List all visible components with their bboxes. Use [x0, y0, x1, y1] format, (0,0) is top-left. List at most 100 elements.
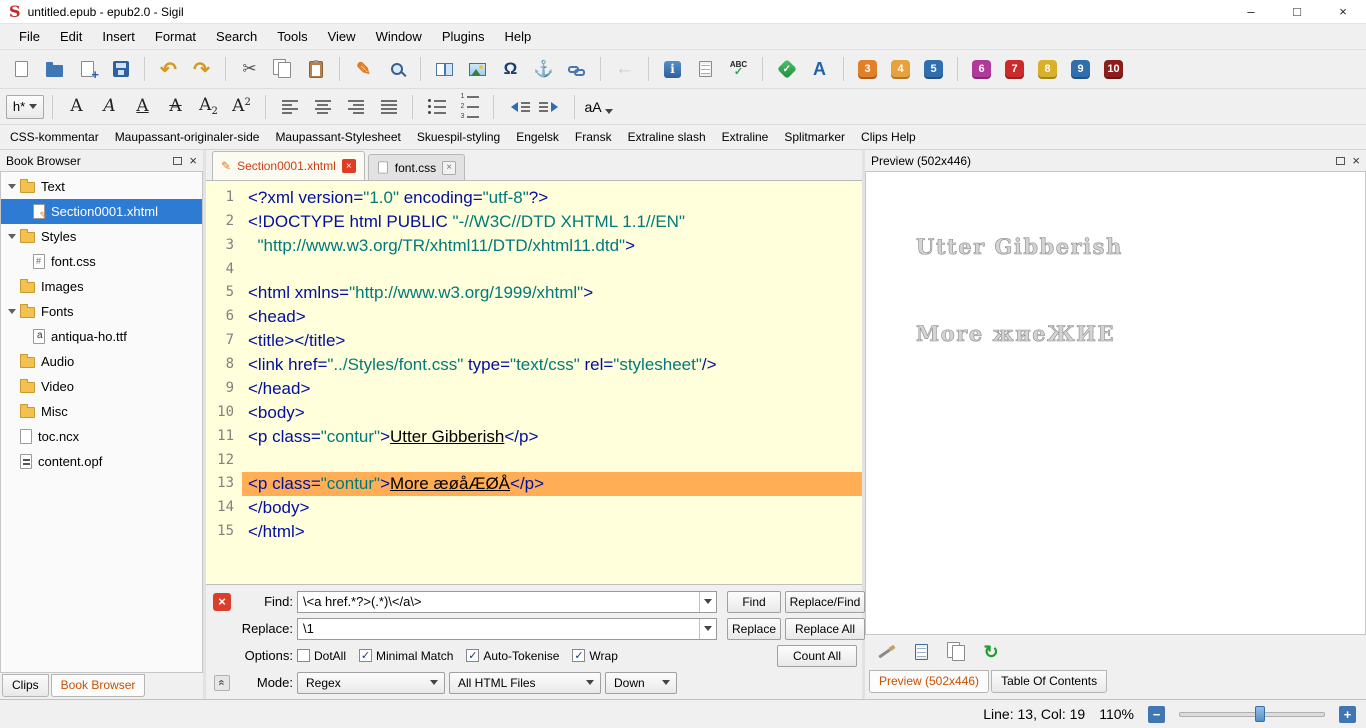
- replace-input[interactable]: [298, 621, 699, 636]
- code-line-11[interactable]: 11<p class="contur">Utter Gibberish</p>: [206, 425, 862, 449]
- align-right-icon[interactable]: [340, 92, 371, 122]
- find-combo-arrow[interactable]: [699, 592, 716, 612]
- tree-item-section0001-xhtml[interactable]: Section0001.xhtml: [1, 199, 202, 224]
- menu-plugins[interactable]: Plugins: [432, 25, 495, 48]
- option-minimal-match[interactable]: ✓Minimal Match: [359, 649, 453, 663]
- align-justify-icon[interactable]: [373, 92, 404, 122]
- option-auto-tokenise[interactable]: ✓Auto-Tokenise: [466, 649, 559, 663]
- font-icon[interactable]: A: [804, 54, 835, 84]
- plugin-icon-10[interactable]: 10: [1098, 54, 1129, 84]
- find-button[interactable]: Find: [727, 591, 781, 613]
- spellcheck-icon[interactable]: ABC✓: [723, 54, 754, 84]
- inspect-icon[interactable]: [875, 641, 897, 663]
- code-line-6[interactable]: 6<head>: [206, 305, 862, 329]
- heading-select[interactable]: h*: [6, 95, 44, 119]
- menu-search[interactable]: Search: [206, 25, 267, 48]
- tree-expand-icon[interactable]: [5, 234, 18, 239]
- align-center-icon[interactable]: [307, 92, 338, 122]
- change-case-icon[interactable]: aA: [583, 92, 614, 122]
- code-line-3[interactable]: 3 "http://www.w3.org/TR/xhtml11/DTD/xhtm…: [206, 234, 862, 258]
- code-line-10[interactable]: 10<body>: [206, 401, 862, 425]
- code-line-9[interactable]: 9</head>: [206, 377, 862, 401]
- tree-item-font-css[interactable]: font.css: [1, 249, 202, 274]
- preview-close-icon[interactable]: ×: [1352, 154, 1360, 167]
- tab-book-browser[interactable]: Book Browser: [51, 674, 146, 697]
- menu-format[interactable]: Format: [145, 25, 206, 48]
- clip-engelsk[interactable]: Engelsk: [516, 130, 559, 144]
- insert-link-icon[interactable]: [561, 54, 592, 84]
- menu-tools[interactable]: Tools: [267, 25, 317, 48]
- tree-item-audio[interactable]: Audio: [1, 349, 202, 374]
- plugin-icon-6[interactable]: 6: [966, 54, 997, 84]
- split-view-icon[interactable]: [429, 54, 460, 84]
- find-input[interactable]: [298, 594, 699, 609]
- refresh-icon[interactable]: ↻: [980, 641, 1002, 663]
- code-line-5[interactable]: 5<html xmlns="http://www.w3.org/1999/xht…: [206, 281, 862, 305]
- insert-image-icon[interactable]: [462, 54, 493, 84]
- copy-icon[interactable]: [267, 54, 298, 84]
- clip-maupassant-stylesheet[interactable]: Maupassant-Stylesheet: [275, 130, 400, 144]
- clip-maupassant-originaler-side[interactable]: Maupassant-originaler-side: [115, 130, 260, 144]
- preview-undock-icon[interactable]: [1336, 157, 1345, 165]
- cut-icon[interactable]: ✂: [234, 54, 265, 84]
- tree-item-toc-ncx[interactable]: toc.ncx: [1, 424, 202, 449]
- menu-insert[interactable]: Insert: [92, 25, 145, 48]
- close-tab-icon[interactable]: ×: [442, 161, 456, 175]
- code-line-4[interactable]: 4: [206, 258, 862, 281]
- close-button[interactable]: ×: [1320, 0, 1366, 23]
- tree-item-fonts[interactable]: Fonts: [1, 299, 202, 324]
- undo-icon[interactable]: ↶: [153, 54, 184, 84]
- underline-icon[interactable]: A: [127, 92, 158, 122]
- menu-file[interactable]: File: [9, 25, 50, 48]
- tree-item-text[interactable]: Text: [1, 174, 202, 199]
- code-line-13[interactable]: 13<p class="contur">More æøåÆØÅ</p>: [206, 472, 862, 496]
- mode-select[interactable]: Regex: [297, 672, 445, 694]
- plugin-icon-8[interactable]: 8: [1032, 54, 1063, 84]
- minimize-button[interactable]: –: [1228, 0, 1274, 23]
- files-select[interactable]: All HTML Files: [449, 672, 601, 694]
- add-existing-file-icon[interactable]: +: [72, 54, 103, 84]
- collapse-find-icon[interactable]: »: [214, 675, 230, 691]
- strikethrough-icon[interactable]: A: [160, 92, 191, 122]
- option-wrap[interactable]: ✓Wrap: [572, 649, 617, 663]
- subscript-icon[interactable]: A: [193, 92, 224, 122]
- outdent-icon[interactable]: [502, 92, 533, 122]
- menu-edit[interactable]: Edit: [50, 25, 92, 48]
- tree-item-images[interactable]: Images: [1, 274, 202, 299]
- menu-window[interactable]: Window: [366, 25, 432, 48]
- clip-extraline-slash[interactable]: Extraline slash: [628, 130, 706, 144]
- special-character-icon[interactable]: Ω: [495, 54, 526, 84]
- tab-clips[interactable]: Clips: [2, 674, 49, 697]
- align-left-icon[interactable]: [274, 92, 305, 122]
- maximize-button[interactable]: □: [1274, 0, 1320, 23]
- clip-splitmarker[interactable]: Splitmarker: [784, 130, 845, 144]
- report-icon[interactable]: [690, 54, 721, 84]
- find-icon[interactable]: [381, 54, 412, 84]
- tree-expand-icon[interactable]: [5, 184, 18, 189]
- undock-icon[interactable]: [173, 157, 182, 165]
- tree-item-misc[interactable]: Misc: [1, 399, 202, 424]
- anchor-icon[interactable]: ⚓: [528, 54, 559, 84]
- close-find-icon[interactable]: ×: [213, 593, 231, 611]
- dock-close-icon[interactable]: ×: [189, 154, 197, 167]
- code-line-2[interactable]: 2<!DOCTYPE html PUBLIC "-//W3C//DTD XHTM…: [206, 210, 862, 234]
- bullet-list-icon[interactable]: [421, 92, 452, 122]
- tab-preview-502x446[interactable]: Preview (502x446): [869, 670, 989, 693]
- tree-item-content-opf[interactable]: content.opf: [1, 449, 202, 474]
- code-line-8[interactable]: 8<link href="../Styles/font.css" type="t…: [206, 353, 862, 377]
- zoom-out-button[interactable]: −: [1148, 706, 1165, 723]
- direction-select[interactable]: Down: [605, 672, 677, 694]
- replace-find-button[interactable]: Replace/Find: [785, 591, 865, 613]
- tree-item-video[interactable]: Video: [1, 374, 202, 399]
- option-dotall[interactable]: DotAll: [297, 649, 346, 663]
- editor-tab-section0001-xhtml[interactable]: ✎Section0001.xhtml×: [212, 151, 365, 180]
- wellformed-check-icon[interactable]: ✓: [771, 54, 802, 84]
- replace-combo-arrow[interactable]: [699, 619, 716, 639]
- plugin-icon-3[interactable]: 3: [852, 54, 883, 84]
- zoom-slider[interactable]: [1179, 705, 1325, 723]
- edit-icon[interactable]: ✎: [348, 54, 379, 84]
- plugin-icon-5[interactable]: 5: [918, 54, 949, 84]
- bold-icon[interactable]: A: [61, 92, 92, 122]
- superscript-icon[interactable]: A: [226, 92, 257, 122]
- numbered-list-icon[interactable]: [454, 92, 485, 122]
